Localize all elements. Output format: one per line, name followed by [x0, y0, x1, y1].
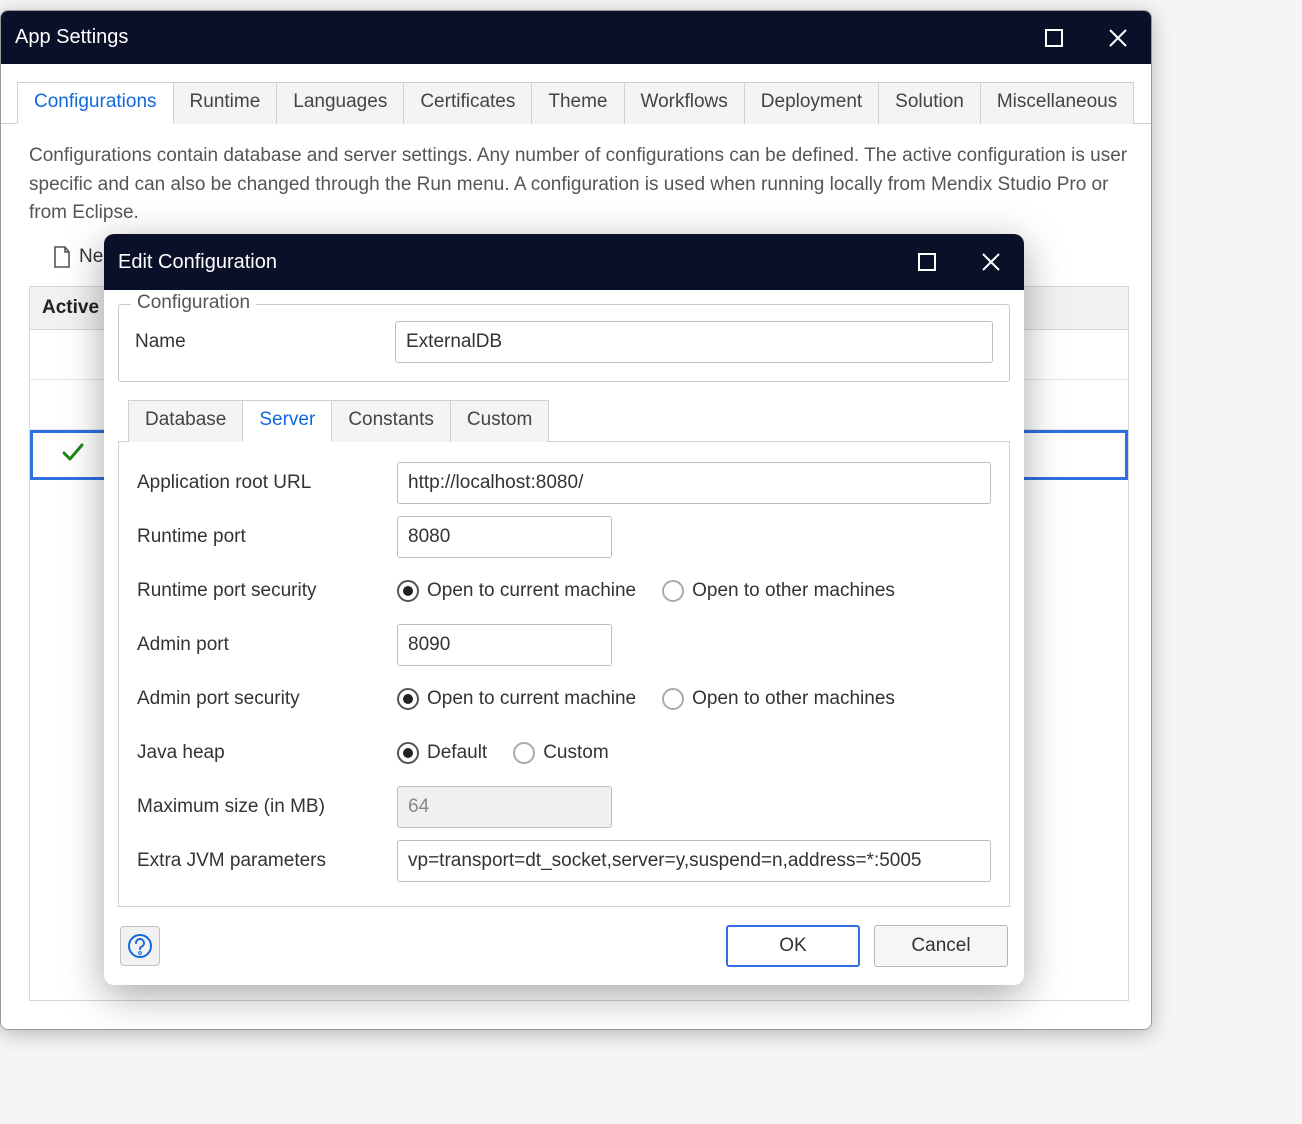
- max-size-row: Maximum size (in MB) ▲ ▼: [137, 786, 991, 828]
- help-button[interactable]: [120, 926, 160, 966]
- java-heap-group: Default Custom: [397, 742, 609, 764]
- config-tabs: Database Server Constants Custom: [118, 400, 1010, 442]
- radio-label: Open to other machines: [692, 688, 895, 710]
- max-size-label: Maximum size (in MB): [137, 796, 397, 818]
- extra-jvm-input[interactable]: [397, 840, 991, 882]
- radio-icon: [397, 742, 419, 764]
- maximize-button[interactable]: [1039, 23, 1069, 53]
- edit-configuration-titlebar: Edit Configuration: [104, 234, 1024, 290]
- modal-close-button[interactable]: [976, 247, 1006, 277]
- admin-port-label: Admin port: [137, 634, 397, 656]
- modal-window-controls: [912, 247, 1014, 277]
- help-icon: [127, 933, 153, 959]
- close-icon: [1108, 28, 1128, 48]
- tab-runtime[interactable]: Runtime: [173, 82, 278, 124]
- runtime-port-label: Runtime port: [137, 526, 397, 548]
- tab-miscellaneous[interactable]: Miscellaneous: [980, 82, 1134, 124]
- radio-icon: [397, 688, 419, 710]
- maximize-icon: [918, 253, 936, 271]
- app-root-url-input[interactable]: [397, 462, 991, 504]
- admin-port-security-current[interactable]: Open to current machine: [397, 688, 636, 710]
- java-heap-custom[interactable]: Custom: [513, 742, 608, 764]
- cancel-button[interactable]: Cancel: [874, 925, 1008, 967]
- java-heap-default[interactable]: Default: [397, 742, 487, 764]
- radio-label: Open to current machine: [427, 688, 636, 710]
- tab-languages[interactable]: Languages: [276, 82, 404, 124]
- tab-certificates[interactable]: Certificates: [403, 82, 532, 124]
- java-heap-row: Java heap Default Custom: [137, 732, 991, 774]
- runtime-port-spinner[interactable]: ▲ ▼: [397, 516, 612, 558]
- radio-icon: [662, 580, 684, 602]
- configuration-fieldset: Configuration Name: [118, 304, 1010, 382]
- radio-icon: [397, 580, 419, 602]
- check-icon: [61, 440, 85, 470]
- modal-body: Configuration Name Database Server Const…: [104, 290, 1024, 907]
- settings-tabs: Configurations Runtime Languages Certifi…: [1, 64, 1151, 124]
- tab-theme[interactable]: Theme: [531, 82, 624, 124]
- ok-button[interactable]: OK: [726, 925, 860, 967]
- maximize-icon: [1045, 29, 1063, 47]
- admin-port-security-other[interactable]: Open to other machines: [662, 688, 895, 710]
- admin-port-security-row: Admin port security Open to current mach…: [137, 678, 991, 720]
- configuration-legend: Configuration: [131, 292, 256, 314]
- edit-configuration-dialog: Edit Configuration Configuration Name Da…: [104, 234, 1024, 985]
- admin-port-security-group: Open to current machine Open to other ma…: [397, 688, 895, 710]
- tab-server[interactable]: Server: [242, 400, 332, 442]
- admin-port-spinner[interactable]: ▲ ▼: [397, 624, 612, 666]
- runtime-port-security-current[interactable]: Open to current machine: [397, 580, 636, 602]
- max-size-input: [398, 787, 612, 827]
- tab-configurations[interactable]: Configurations: [17, 82, 174, 124]
- admin-port-input[interactable]: [398, 625, 612, 665]
- modal-footer: OK Cancel: [104, 907, 1024, 985]
- runtime-port-security-group: Open to current machine Open to other ma…: [397, 580, 895, 602]
- admin-port-security-label: Admin port security: [137, 688, 397, 710]
- radio-label: Custom: [543, 742, 608, 764]
- tab-solution[interactable]: Solution: [878, 82, 981, 124]
- window-controls: [1039, 23, 1141, 53]
- server-panel: Application root URL Runtime port ▲ ▼ Ru…: [118, 441, 1010, 907]
- app-root-url-row: Application root URL: [137, 462, 991, 504]
- runtime-port-security-label: Runtime port security: [137, 580, 397, 602]
- name-input[interactable]: [395, 321, 993, 363]
- tab-workflows[interactable]: Workflows: [624, 82, 745, 124]
- app-settings-titlebar: App Settings: [1, 11, 1151, 64]
- name-label: Name: [135, 331, 395, 353]
- edit-configuration-title: Edit Configuration: [118, 251, 912, 274]
- close-icon: [981, 252, 1001, 272]
- tab-database[interactable]: Database: [128, 400, 243, 442]
- runtime-port-security-row: Runtime port security Open to current ma…: [137, 570, 991, 612]
- close-button[interactable]: [1103, 23, 1133, 53]
- runtime-port-input[interactable]: [398, 517, 612, 557]
- java-heap-label: Java heap: [137, 742, 397, 764]
- configurations-description: Configurations contain database and serv…: [29, 142, 1129, 228]
- radio-label: Open to current machine: [427, 580, 636, 602]
- new-button-label: Ne: [79, 246, 103, 268]
- document-icon: [53, 246, 71, 268]
- max-size-spinner: ▲ ▼: [397, 786, 612, 828]
- app-settings-title: App Settings: [15, 26, 1039, 49]
- app-root-url-label: Application root URL: [137, 472, 397, 494]
- radio-icon: [513, 742, 535, 764]
- tab-custom[interactable]: Custom: [450, 400, 549, 442]
- runtime-port-row: Runtime port ▲ ▼: [137, 516, 991, 558]
- radio-icon: [662, 688, 684, 710]
- tab-deployment[interactable]: Deployment: [744, 82, 879, 124]
- extra-jvm-label: Extra JVM parameters: [137, 850, 397, 872]
- modal-maximize-button[interactable]: [912, 247, 942, 277]
- radio-label: Default: [427, 742, 487, 764]
- radio-label: Open to other machines: [692, 580, 895, 602]
- extra-jvm-row: Extra JVM parameters: [137, 840, 991, 882]
- admin-port-row: Admin port ▲ ▼: [137, 624, 991, 666]
- runtime-port-security-other[interactable]: Open to other machines: [662, 580, 895, 602]
- new-button[interactable]: Ne: [53, 246, 103, 268]
- name-row: Name: [135, 321, 993, 363]
- tab-constants[interactable]: Constants: [331, 400, 451, 442]
